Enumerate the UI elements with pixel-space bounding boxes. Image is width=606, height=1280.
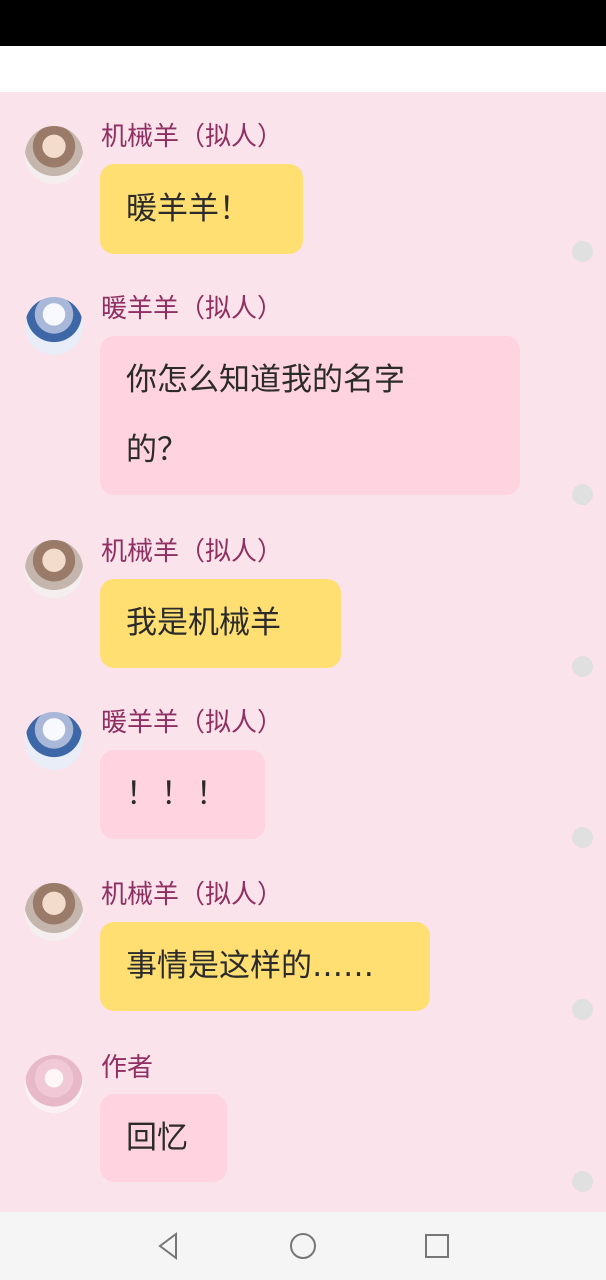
message-status-dot	[572, 1171, 593, 1192]
sender-name: 暖羊羊（拟人）	[101, 294, 284, 324]
message-bubble[interactable]: 暖羊羊！	[100, 164, 303, 254]
message-bubble[interactable]: 我是机械羊	[100, 579, 341, 668]
sender-name: 暖羊羊（拟人）	[101, 708, 284, 738]
author-avatar[interactable]	[25, 1055, 83, 1113]
message-status-dot	[572, 484, 593, 505]
top-bar	[0, 46, 606, 92]
mech-sheep-avatar[interactable]	[25, 126, 83, 184]
navigation-bar	[0, 1212, 606, 1280]
sender-name: 机械羊（拟人）	[101, 122, 284, 152]
message-bubble[interactable]: 事情是这样的……	[100, 922, 430, 1011]
warm-sheep-avatar[interactable]	[25, 297, 83, 355]
back-triangle-icon[interactable]	[152, 1230, 184, 1262]
message-line: 的？	[126, 432, 188, 468]
mech-sheep-avatar[interactable]	[25, 883, 83, 941]
warm-sheep-avatar[interactable]	[25, 712, 83, 770]
home-circle-icon[interactable]	[287, 1230, 319, 1262]
message-bubble[interactable]: 回忆	[100, 1094, 227, 1182]
status-bar	[0, 0, 606, 46]
message-bubble[interactable]: 你怎么知道我的名字 的？	[100, 336, 520, 495]
recent-square-icon[interactable]	[421, 1230, 453, 1262]
sender-name: 作者	[101, 1053, 154, 1083]
message-status-dot	[572, 241, 593, 262]
message-status-dot	[572, 827, 593, 848]
sender-name: 机械羊（拟人）	[101, 537, 284, 567]
sender-name: 机械羊（拟人）	[101, 880, 284, 910]
message-status-dot	[572, 656, 593, 677]
mech-sheep-avatar[interactable]	[25, 540, 83, 598]
message-line: 你怎么知道我的名字	[126, 362, 405, 398]
chat-area[interactable]: 机械羊（拟人） 暖羊羊！ 暖羊羊（拟人） 你怎么知道我的名字 的？ 机械羊（拟人…	[0, 92, 606, 1212]
message-bubble[interactable]: ！！！	[100, 750, 265, 839]
message-status-dot	[572, 999, 593, 1020]
